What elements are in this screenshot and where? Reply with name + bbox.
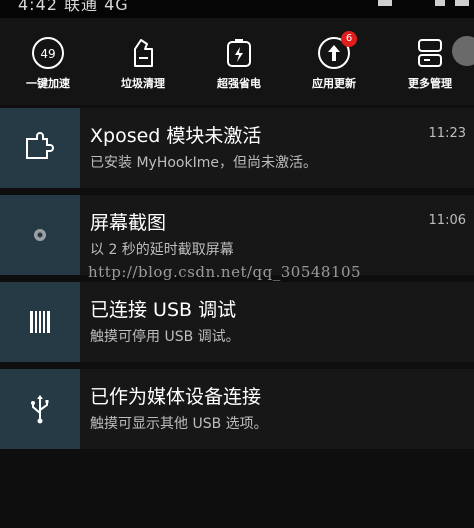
- manage-icon: [418, 39, 442, 67]
- notification-title: 已连接 USB 调试: [90, 299, 237, 321]
- quick-item-clean[interactable]: 垃圾清理: [108, 18, 178, 105]
- status-text: 4:42 联通 4G: [18, 0, 129, 14]
- bars-icon: [30, 311, 50, 333]
- notification-title: Xposed 模块未激活: [90, 125, 262, 147]
- quick-item-update[interactable]: 6 应用更新: [299, 18, 369, 105]
- quick-item-label: 超强省电: [217, 77, 261, 90]
- quick-item-battery[interactable]: 超强省电: [204, 18, 274, 105]
- quick-settings-bar: 49 一键加速 垃圾清理 超强省电 6 应用更新 更多管理: [0, 18, 474, 105]
- dot-icon: [34, 229, 46, 241]
- notification-title: 已作为媒体设备连接: [90, 386, 262, 408]
- quick-item-manage[interactable]: 更多管理: [395, 18, 465, 105]
- notification-icon-box: [0, 282, 80, 362]
- notification-icon-box: [0, 108, 80, 188]
- puzzle-icon: [26, 132, 54, 159]
- quick-item-label: 一键加速: [26, 77, 70, 90]
- update-badge: 6: [341, 31, 357, 47]
- settings-gear-icon[interactable]: [452, 36, 474, 66]
- notification-xposed[interactable]: Xposed 模块未激活 已安装 MyHookIme，但尚未激活。 11:23: [0, 108, 474, 188]
- usb-icon: [31, 395, 49, 424]
- notification-time: 11:23: [428, 126, 466, 141]
- speedometer-icon: 49: [32, 37, 64, 69]
- notification-text: 以 2 秒的延时截取屏幕: [90, 242, 234, 258]
- notification-icon-box: [0, 369, 80, 449]
- signal-icon: [378, 0, 392, 6]
- notification-title: 屏幕截图: [90, 212, 167, 234]
- speed-value: 49: [40, 47, 55, 61]
- notification-text: 已安装 MyHookIme，但尚未激活。: [90, 155, 317, 171]
- battery-icon: [227, 39, 251, 67]
- notification-usb-debug[interactable]: 已连接 USB 调试 触摸可停用 USB 调试。: [0, 282, 474, 362]
- quick-item-speed[interactable]: 49 一键加速: [13, 18, 83, 105]
- notification-text: 触摸可停用 USB 调试。: [90, 329, 240, 345]
- quick-item-label: 应用更新: [312, 77, 356, 90]
- notification-text: 触摸可显示其他 USB 选项。: [90, 416, 268, 432]
- notification-time: 11:06: [428, 213, 466, 228]
- broom-icon: [134, 39, 153, 67]
- quick-item-label: 更多管理: [408, 77, 452, 90]
- notification-icon-box: [0, 195, 80, 275]
- notification-usb-media[interactable]: 已作为媒体设备连接 触摸可显示其他 USB 选项。: [0, 369, 474, 449]
- quick-item-label: 垃圾清理: [121, 77, 165, 90]
- status-bar: 4:42 联通 4G: [0, 0, 474, 18]
- watermark-url: http://blog.csdn.net/qq_30548105: [88, 263, 362, 281]
- battery-status-icon: [455, 0, 469, 6]
- wifi-icon: [435, 0, 445, 6]
